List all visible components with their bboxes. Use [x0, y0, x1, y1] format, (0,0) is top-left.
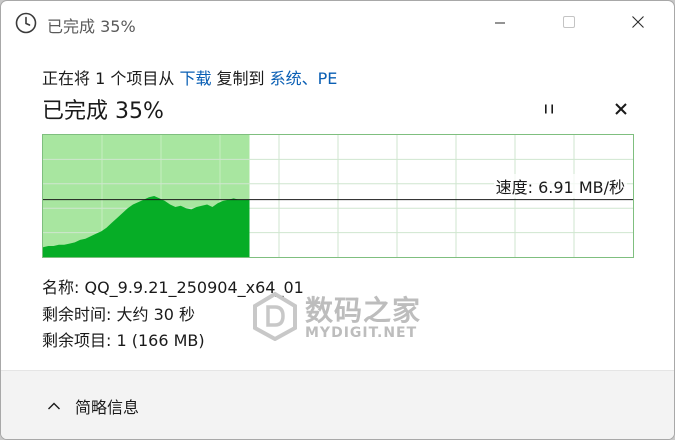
pause-button[interactable]: [535, 96, 563, 124]
copy-progress-dialog: 已完成 35% 正在将 1 个项目从 下载 复制到 系统、PE 已完成 35%: [0, 0, 675, 440]
close-icon: [631, 14, 645, 33]
watermark-text-cn: 数码之家: [305, 294, 422, 327]
cancel-copy-button[interactable]: [607, 96, 635, 124]
time-remaining: 剩余时间: 大约 30 秒: [42, 305, 196, 324]
fewer-details-toggle[interactable]: 简略信息: [47, 394, 139, 418]
window-title: 已完成 35%: [47, 17, 136, 36]
copy-prefix: 正在将 1 个项目从: [42, 69, 180, 88]
source-folder-link[interactable]: 下载: [179, 69, 211, 88]
watermark-text-en: MYDIGIT.NET: [305, 325, 418, 341]
close-icon: [614, 101, 628, 120]
speed-chart: 速度: 6.91 MB/秒: [42, 134, 634, 258]
copy-middle: 复制到: [211, 69, 270, 88]
title-bar[interactable]: 已完成 35%: [1, 1, 674, 45]
minimize-icon: [494, 14, 506, 33]
items-remaining: 剩余项目: 1 (166 MB): [42, 331, 205, 350]
clock-icon: [14, 11, 38, 35]
minimize-button[interactable]: [477, 1, 523, 45]
footer-bar: 简略信息: [1, 370, 674, 439]
maximize-icon: [562, 14, 576, 33]
destination-folder-link[interactable]: 系统、PE: [270, 69, 338, 88]
maximize-button[interactable]: [546, 1, 592, 45]
fewer-details-label: 简略信息: [75, 398, 140, 417]
speed-label: 速度: 6.91 MB/秒: [493, 174, 627, 198]
copy-description: 正在将 1 个项目从 下载 复制到 系统、PE: [42, 65, 337, 89]
pause-icon: [542, 101, 556, 120]
close-button[interactable]: [615, 1, 661, 45]
progress-headline: 已完成 35%: [42, 99, 164, 124]
chevron-up-icon: [47, 401, 61, 411]
file-name: 名称: QQ_9.9.21_250904_x64_01: [42, 278, 304, 297]
